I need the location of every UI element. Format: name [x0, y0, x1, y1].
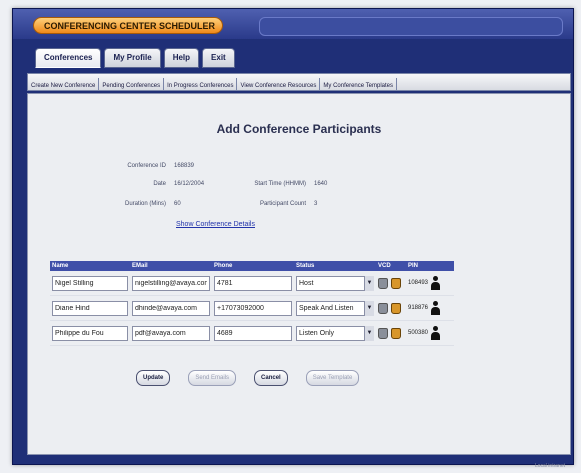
status-selected-value: Host: [296, 275, 374, 291]
status-selected-value: Listen Only: [296, 325, 374, 341]
conference-subnav: Create New Conference Pending Conferences…: [27, 73, 571, 91]
column-header-phone: Phone: [212, 261, 294, 271]
participant-email-input[interactable]: [132, 275, 210, 291]
form-actions: Update Send Emails Cancel Save Template: [136, 366, 377, 386]
vcd-video-icon[interactable]: [378, 277, 388, 289]
participant-phone-input[interactable]: [214, 325, 292, 341]
participant-email-input[interactable]: [132, 325, 210, 341]
participant-pin: 500380: [408, 330, 429, 336]
date-label: Date: [153, 181, 166, 187]
column-header-status: Status: [294, 261, 376, 271]
participant-name-input[interactable]: [52, 300, 128, 316]
show-conference-details-link[interactable]: Show Conference Details: [176, 221, 255, 228]
chevron-down-icon[interactable]: ▼: [364, 300, 374, 316]
chevron-down-icon[interactable]: ▼: [364, 325, 374, 341]
participant-name-input[interactable]: [52, 275, 128, 291]
main-tabs: Conferences My Profile Help Exit: [35, 47, 238, 69]
subnav-create-new-conference[interactable]: Create New Conference: [28, 78, 100, 90]
start-time-value: 1640: [314, 181, 328, 187]
person-icon[interactable]: [430, 301, 441, 315]
participant-status-select[interactable]: Listen Only ▼: [296, 325, 374, 341]
subnav-pending-conferences[interactable]: Pending Conferences: [99, 78, 165, 90]
participant-pin: 108493: [408, 280, 429, 286]
vcd-audio-icon[interactable]: [391, 277, 401, 289]
participant-status-select[interactable]: Host ▼: [296, 275, 374, 291]
column-header-email: EMail: [130, 261, 212, 271]
send-emails-button[interactable]: Send Emails: [188, 370, 237, 386]
column-header-vcd: VCD: [376, 261, 406, 271]
app-window: CONFERENCING CENTER SCHEDULER Conference…: [12, 8, 574, 465]
date-value: 16/12/2004: [174, 181, 205, 187]
person-icon[interactable]: [430, 326, 441, 340]
table-row: Speak And Listen▼ 918876: [50, 295, 454, 321]
subnav-in-progress-conferences[interactable]: In Progress Conferences: [164, 78, 238, 90]
conference-id-value: 168839: [174, 163, 195, 169]
cancel-button[interactable]: Cancel: [254, 370, 288, 386]
participant-name-input[interactable]: [52, 325, 128, 341]
start-time-label: Start Time (HHMM): [254, 181, 306, 187]
participant-phone-input[interactable]: [214, 300, 292, 316]
participant-phone-input[interactable]: [214, 275, 292, 291]
column-header-name: Name: [50, 261, 130, 271]
update-button[interactable]: Update: [136, 370, 171, 386]
vcd-audio-icon[interactable]: [391, 302, 401, 314]
duration-label: Duration (Mins): [124, 201, 166, 207]
app-title: CONFERENCING CENTER SCHEDULER: [33, 17, 223, 34]
person-icon[interactable]: [430, 276, 441, 290]
participant-count-label: Participant Count: [259, 201, 306, 207]
header-banner-area: [259, 17, 563, 36]
tab-help[interactable]: Help: [163, 48, 200, 68]
column-header-pin: PIN: [406, 261, 454, 271]
subnav-view-conference-resources[interactable]: View Conference Resources: [237, 78, 321, 90]
vcd-audio-icon[interactable]: [391, 327, 401, 339]
vcd-video-icon[interactable]: [378, 302, 388, 314]
participant-count-value: 3: [314, 201, 318, 207]
subnav-my-conference-templates[interactable]: My Conference Templates: [320, 78, 397, 90]
status-bar: Local intranet: [534, 463, 565, 469]
participant-status-select[interactable]: Speak And Listen ▼: [296, 300, 374, 316]
table-header-row: Name EMail Phone Status VCD PIN: [50, 261, 454, 271]
conference-id-label: Conference ID: [127, 163, 166, 169]
table-row: Host▼ 108493: [50, 271, 454, 296]
status-selected-value: Speak And Listen: [296, 300, 374, 316]
participant-pin: 918876: [408, 305, 429, 311]
save-template-button[interactable]: Save Template: [305, 370, 360, 386]
tab-my-profile[interactable]: My Profile: [104, 48, 161, 68]
duration-value: 60: [174, 201, 181, 207]
vcd-video-icon[interactable]: [378, 327, 388, 339]
page-title: Add Conference Participants: [216, 122, 382, 136]
tab-exit[interactable]: Exit: [202, 48, 235, 68]
tab-conferences[interactable]: Conferences: [35, 48, 102, 68]
table-row: Listen Only▼ 500380: [50, 320, 454, 346]
chevron-down-icon[interactable]: ▼: [364, 275, 374, 291]
participant-email-input[interactable]: [132, 300, 210, 316]
participants-table: Name EMail Phone Status VCD PIN Host▼ 10…: [50, 261, 454, 346]
main-content: Add Conference Participants Conference I…: [27, 93, 571, 455]
title-bar: CONFERENCING CENTER SCHEDULER: [13, 9, 573, 39]
